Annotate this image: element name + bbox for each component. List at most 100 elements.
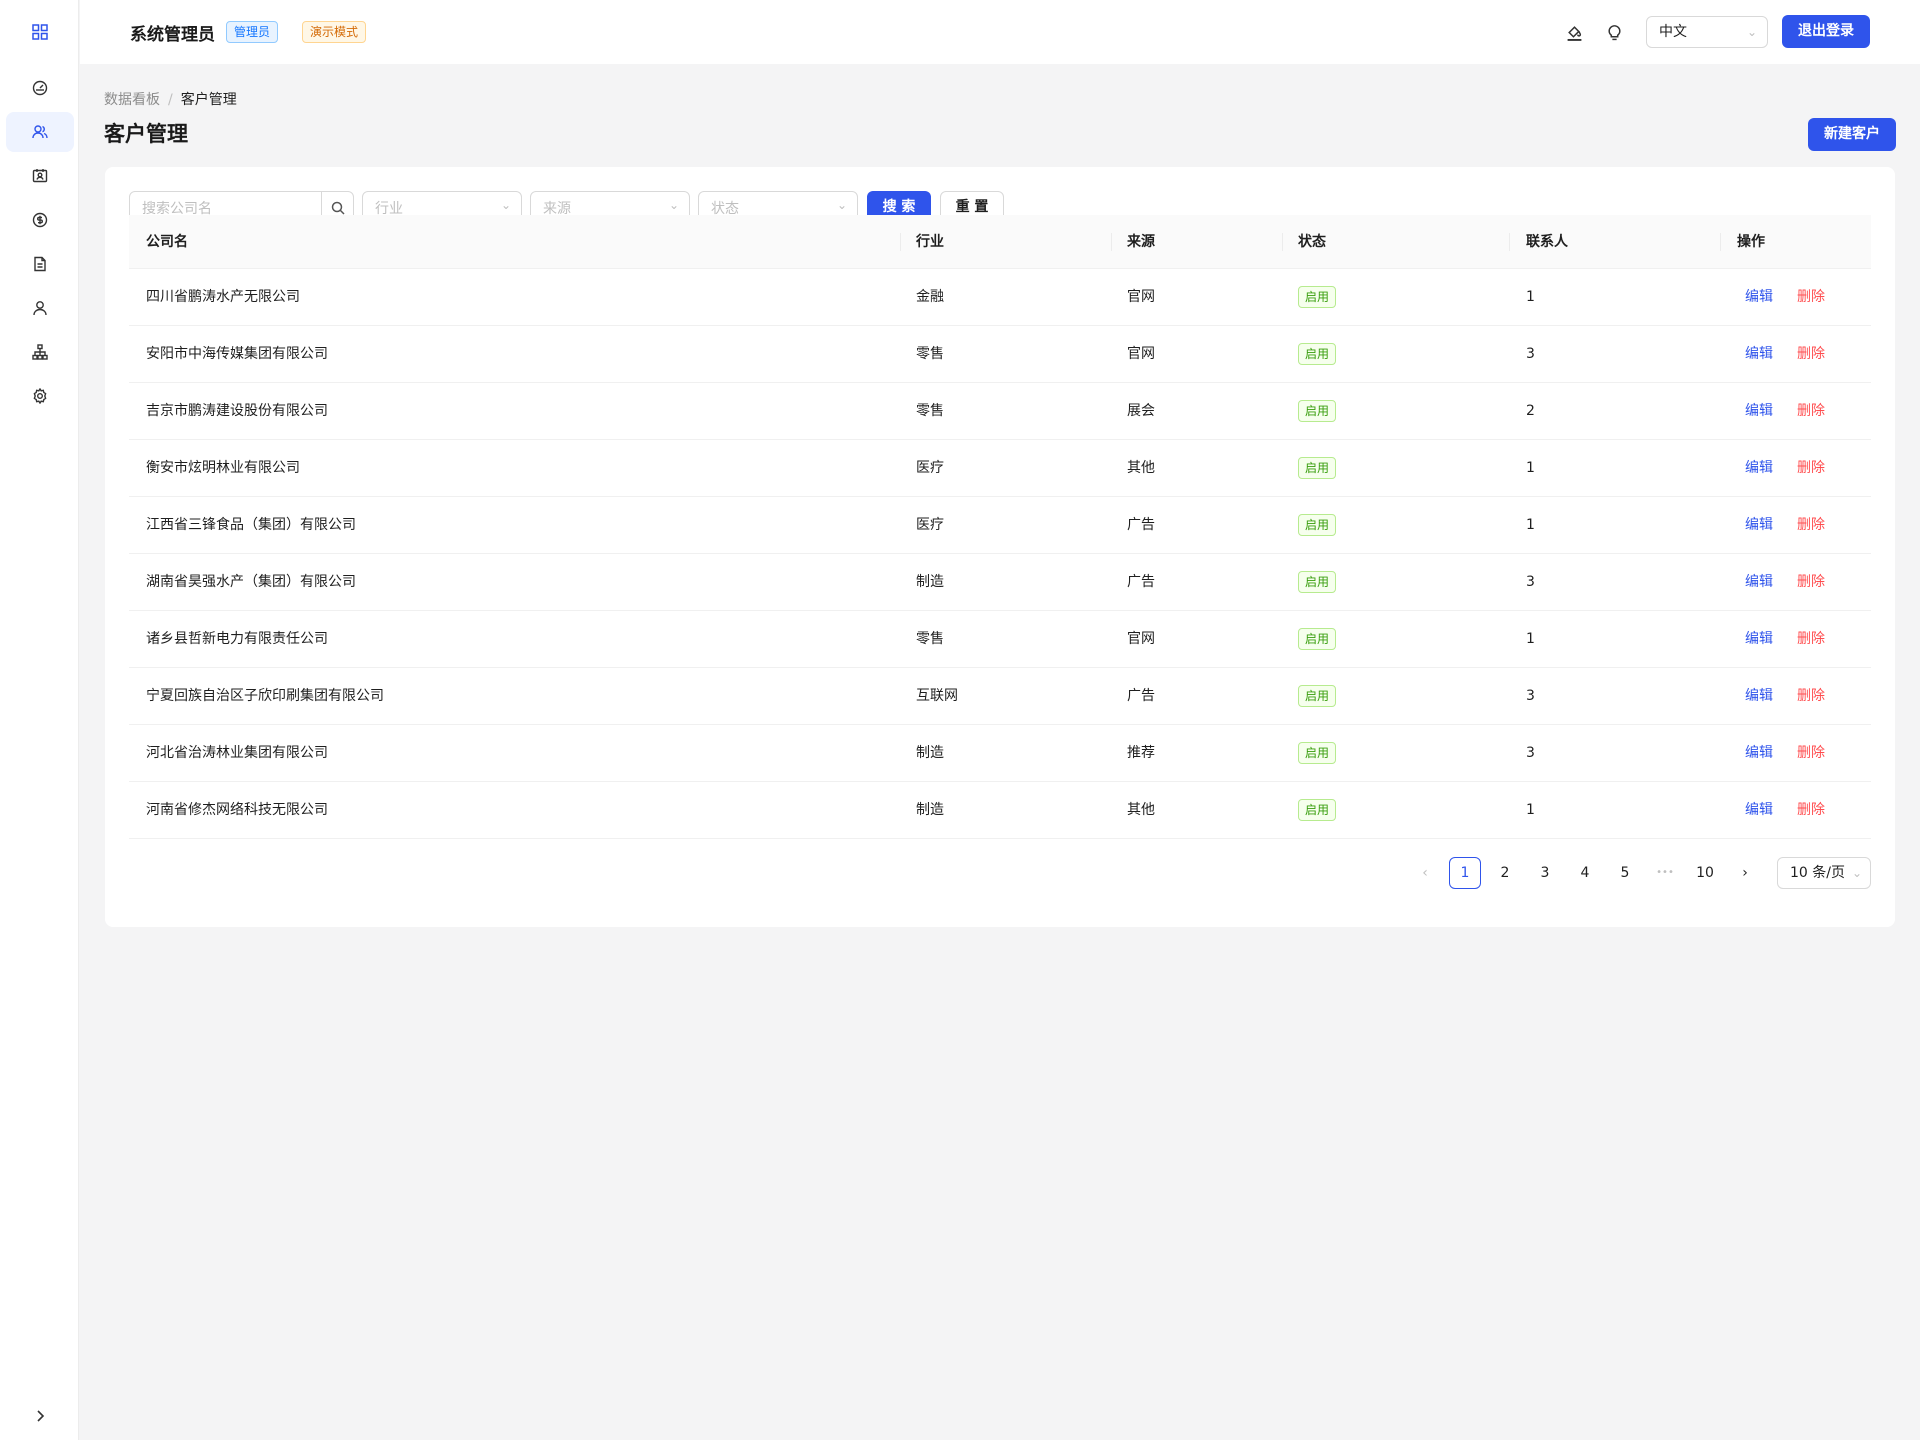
delete-button[interactable]: 删除 — [1797, 745, 1825, 761]
cell-status: 启用 — [1298, 725, 1337, 781]
column-divider — [900, 233, 901, 251]
page-size-select[interactable]: 10 条/页 ⌄ — [1777, 857, 1871, 889]
edit-button[interactable]: 编辑 — [1745, 574, 1773, 590]
status-select[interactable]: 状态 ⌄ — [698, 191, 858, 215]
cell-company: 河南省修杰网络科技无限公司 — [146, 802, 328, 818]
edit-button[interactable]: 编辑 — [1745, 289, 1773, 305]
edit-button[interactable]: 编辑 — [1745, 631, 1773, 647]
page-5-button[interactable]: 5 — [1609, 857, 1641, 889]
delete-button[interactable]: 删除 — [1797, 460, 1825, 476]
column-header-actions: 操作 — [1737, 234, 1765, 250]
sidebar-item-settings[interactable] — [6, 376, 74, 416]
page-4-button[interactable]: 4 — [1569, 857, 1601, 889]
sidebar-item-documents[interactable] — [6, 244, 74, 284]
chevron-down-icon: ⌄ — [1851, 866, 1862, 880]
cell-industry: 制造 — [916, 574, 944, 590]
settings-icon — [33, 388, 47, 404]
document-icon — [34, 256, 46, 272]
next-page-button[interactable]: › — [1729, 857, 1761, 889]
source-select[interactable]: 来源 ⌄ — [530, 191, 690, 215]
table-row: 河南省修杰网络科技无限公司 制造 其他 启用 1 编辑 删除 — [129, 782, 1871, 839]
cell-contacts: 1 — [1526, 802, 1535, 818]
cell-actions: 编辑 删除 — [1745, 611, 1825, 667]
page-ellipsis[interactable]: ••• — [1649, 857, 1681, 889]
edit-button[interactable]: 编辑 — [1745, 745, 1773, 761]
cell-industry: 制造 — [916, 802, 944, 818]
edit-button[interactable]: 编辑 — [1745, 688, 1773, 704]
cell-company: 湖南省昊强水产（集团）有限公司 — [146, 574, 356, 590]
contacts-icon — [32, 169, 48, 183]
cell-actions: 编辑 删除 — [1745, 554, 1825, 610]
language-select[interactable]: 中文 ⌄ — [1646, 16, 1768, 48]
prev-page-button[interactable]: ‹ — [1409, 857, 1441, 889]
delete-button[interactable]: 删除 — [1797, 403, 1825, 419]
column-divider — [1111, 233, 1112, 251]
edit-button[interactable]: 编辑 — [1745, 517, 1773, 533]
edit-button[interactable]: 编辑 — [1745, 802, 1773, 818]
table-row: 衡安市炫明林业有限公司 医疗 其他 启用 1 编辑 删除 — [129, 440, 1871, 497]
search-button[interactable]: 搜 索 — [867, 191, 931, 215]
delete-button[interactable]: 删除 — [1797, 688, 1825, 704]
status-badge: 启用 — [1298, 286, 1337, 308]
cell-contacts: 1 — [1526, 631, 1535, 647]
delete-button[interactable]: 删除 — [1797, 346, 1825, 362]
lightbulb-icon[interactable] — [1604, 22, 1624, 42]
column-divider — [1509, 233, 1510, 251]
column-header-contacts: 联系人 — [1526, 234, 1568, 250]
cell-status: 启用 — [1298, 611, 1337, 667]
sidebar-item-dashboard[interactable] — [6, 68, 74, 108]
sidebar-item-contacts[interactable] — [6, 156, 74, 196]
cell-status: 启用 — [1298, 269, 1337, 325]
delete-button[interactable]: 删除 — [1797, 517, 1825, 533]
page-3-button[interactable]: 3 — [1529, 857, 1561, 889]
search-input-placeholder: 搜索公司名 — [142, 201, 212, 215]
sidebar-item-organization[interactable] — [6, 332, 74, 372]
cell-company: 安阳市中海传媒集团有限公司 — [146, 346, 328, 362]
breadcrumb-separator: / — [168, 92, 173, 108]
cell-actions: 编辑 删除 — [1745, 383, 1825, 439]
table-row: 吉京市鹏涛建设股份有限公司 零售 展会 启用 2 编辑 删除 — [129, 383, 1871, 440]
cell-company: 江西省三锋食品（集团）有限公司 — [146, 517, 356, 533]
cell-actions: 编辑 删除 — [1745, 269, 1825, 325]
edit-button[interactable]: 编辑 — [1745, 403, 1773, 419]
chevron-down-icon: ⌄ — [836, 198, 847, 212]
table-row: 湖南省昊强水产（集团）有限公司 制造 广告 启用 3 编辑 删除 — [129, 554, 1871, 611]
cell-industry: 零售 — [916, 631, 944, 647]
table-body: 四川省鹏涛水产无限公司 金融 官网 启用 1 编辑 删除 安阳市中海传媒集团有限公司 零售 官网启… — [129, 269, 1871, 839]
edit-button[interactable]: 编辑 — [1745, 346, 1773, 362]
cell-contacts: 3 — [1526, 346, 1535, 362]
sidebar-item-customers[interactable] — [6, 112, 74, 152]
delete-button[interactable]: 删除 — [1797, 802, 1825, 818]
cell-contacts: 1 — [1526, 289, 1535, 305]
chevron-down-icon: ⌄ — [500, 198, 511, 212]
logout-button[interactable]: 退出登录 — [1782, 15, 1870, 48]
search-icon[interactable] — [321, 192, 353, 215]
delete-button[interactable]: 删除 — [1797, 574, 1825, 590]
customer-list-card: 搜索公司名 行业 ⌄ 来源 ⌄ 状态 ⌄ 搜 索 重 置 公司名 行业 来源 状… — [105, 167, 1895, 927]
sidebar-item-finance[interactable] — [6, 200, 74, 240]
table-row: 河北省治涛林业集团有限公司 制造 推荐 启用 3 编辑 删除 — [129, 725, 1871, 782]
status-badge: 启用 — [1298, 685, 1337, 707]
cell-actions: 编辑 删除 — [1745, 668, 1825, 724]
page-1-button[interactable]: 1 — [1449, 857, 1481, 889]
delete-button[interactable]: 删除 — [1797, 289, 1825, 305]
edit-button[interactable]: 编辑 — [1745, 460, 1773, 476]
page-10-button[interactable]: 10 — [1689, 857, 1721, 889]
breadcrumb-dashboard-link[interactable]: 数据看板 — [104, 92, 160, 108]
breadcrumb: 数据看板 / 客户管理 — [104, 89, 237, 109]
page-2-button[interactable]: 2 — [1489, 857, 1521, 889]
cell-actions: 编辑 删除 — [1745, 440, 1825, 496]
theme-paint-icon[interactable] — [1564, 22, 1584, 42]
reset-button[interactable]: 重 置 — [940, 191, 1004, 215]
breadcrumb-current: 客户管理 — [180, 92, 237, 108]
new-customer-button[interactable]: 新建客户 — [1808, 118, 1896, 151]
table-row: 江西省三锋食品（集团）有限公司 医疗 广告 启用 1 编辑 删除 — [129, 497, 1871, 554]
apps-grid-icon[interactable] — [28, 22, 52, 42]
industry-select[interactable]: 行业 ⌄ — [362, 191, 522, 215]
cell-source: 其他 — [1127, 802, 1155, 818]
delete-button[interactable]: 删除 — [1797, 631, 1825, 647]
sidebar-item-users[interactable] — [6, 288, 74, 328]
search-input[interactable]: 搜索公司名 — [129, 191, 354, 215]
cell-actions: 编辑 删除 — [1745, 782, 1825, 838]
chevron-right-icon[interactable] — [28, 1404, 52, 1428]
